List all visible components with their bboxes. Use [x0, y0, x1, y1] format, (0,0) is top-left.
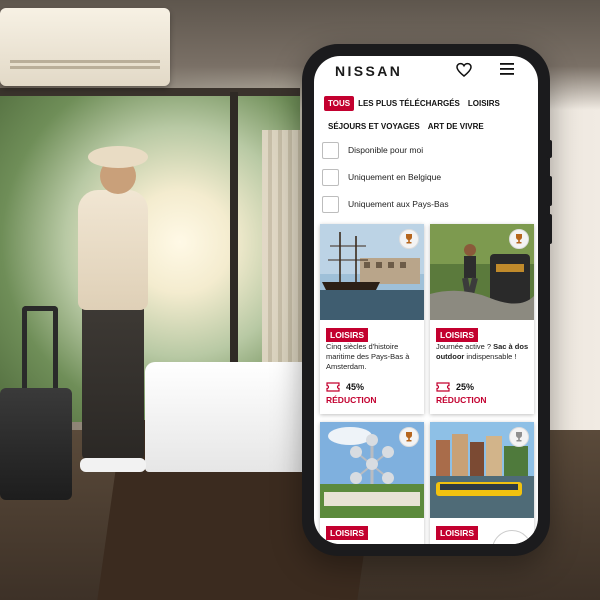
category-tabs: TOUS LES PLUS TÉLÉCHARGÉS LOISIRS SÉJOUR…	[324, 94, 534, 140]
checkbox-label: Disponible pour moi	[348, 145, 424, 155]
tab-loisirs[interactable]: LOISIRS	[464, 96, 504, 111]
category-badge: LOISIRS	[436, 526, 479, 540]
traveler-shoes	[80, 458, 146, 472]
phone-screen: NISSAN TOUS LES PLUS TÉLÉCHARGÉS LOISIRS…	[314, 56, 538, 544]
checkbox-row-belgique[interactable]: Uniquement en Belgique	[322, 167, 532, 187]
discount-percent: 45%	[346, 382, 365, 392]
discount-block: 45% RÉDUCTION	[326, 382, 420, 405]
suitcase-handle	[22, 306, 58, 390]
air-conditioner	[0, 8, 170, 86]
offer-description: Journée active ? Sac à dos outdoor indis…	[436, 342, 529, 361]
trophy-icon	[509, 229, 529, 249]
category-badge: LOISIRS	[326, 328, 369, 342]
checkbox-belgique[interactable]	[322, 168, 339, 186]
traveler-body	[78, 190, 148, 310]
traveler-legs	[82, 300, 144, 460]
phone-side-button	[547, 140, 552, 158]
heart-icon[interactable]	[456, 62, 472, 78]
category-badge: LOISIRS	[436, 328, 479, 342]
checkbox-label: Uniquement aux Pays-Bas	[348, 199, 449, 209]
tab-art-de-vivre[interactable]: ART DE VIVRE	[424, 119, 488, 134]
offer-card-atomium[interactable]: LOISIRS	[320, 422, 424, 544]
trophy-icon	[399, 427, 419, 447]
checkbox-row-disponible[interactable]: Disponible pour moi	[322, 140, 532, 160]
checkbox-pays-bas[interactable]	[322, 195, 339, 213]
discount-block: 25% RÉDUCTION	[436, 382, 530, 405]
ticket-icon	[436, 382, 450, 392]
offer-card-maritime[interactable]: LOISIRS Cinq siècles d'histoire maritime…	[320, 224, 424, 414]
offer-card-backpack[interactable]: LOISIRS Journée active ? Sac à dos outdo…	[430, 224, 534, 414]
phone-side-button	[547, 214, 552, 244]
offer-card-canal-boat[interactable]: LOISIRS	[430, 422, 534, 544]
checkbox-disponible[interactable]	[322, 141, 339, 159]
trophy-icon	[399, 229, 419, 249]
window-frame-top	[0, 88, 300, 96]
tab-les-plus-telecharges[interactable]: LES PLUS TÉLÉCHARGÉS	[354, 96, 464, 111]
tab-tous[interactable]: TOUS	[324, 95, 355, 111]
discount-percent: 25%	[456, 382, 475, 392]
hamburger-menu-icon[interactable]	[500, 63, 514, 75]
tab-sejours-et-voyages[interactable]: SÉJOURS ET VOYAGES	[324, 119, 424, 134]
app-header: NISSAN	[314, 56, 538, 86]
discount-label: RÉDUCTION	[326, 395, 377, 405]
discount-label: RÉDUCTION	[436, 395, 487, 405]
nissan-logo[interactable]: NISSAN	[335, 63, 402, 79]
suitcase	[0, 388, 72, 500]
traveler-hat	[88, 146, 148, 168]
trophy-icon	[509, 427, 529, 447]
phone-side-button	[547, 176, 552, 206]
checkbox-label: Uniquement en Belgique	[348, 172, 442, 182]
checkbox-row-pays-bas[interactable]: Uniquement aux Pays-Bas	[322, 194, 532, 214]
filter-checkboxes: Disponible pour moi Uniquement en Belgiq…	[322, 140, 532, 221]
offer-description: Cinq siècles d'histoire maritime des Pay…	[326, 342, 410, 371]
ticket-icon	[326, 382, 340, 392]
category-badge: LOISIRS	[326, 526, 369, 540]
